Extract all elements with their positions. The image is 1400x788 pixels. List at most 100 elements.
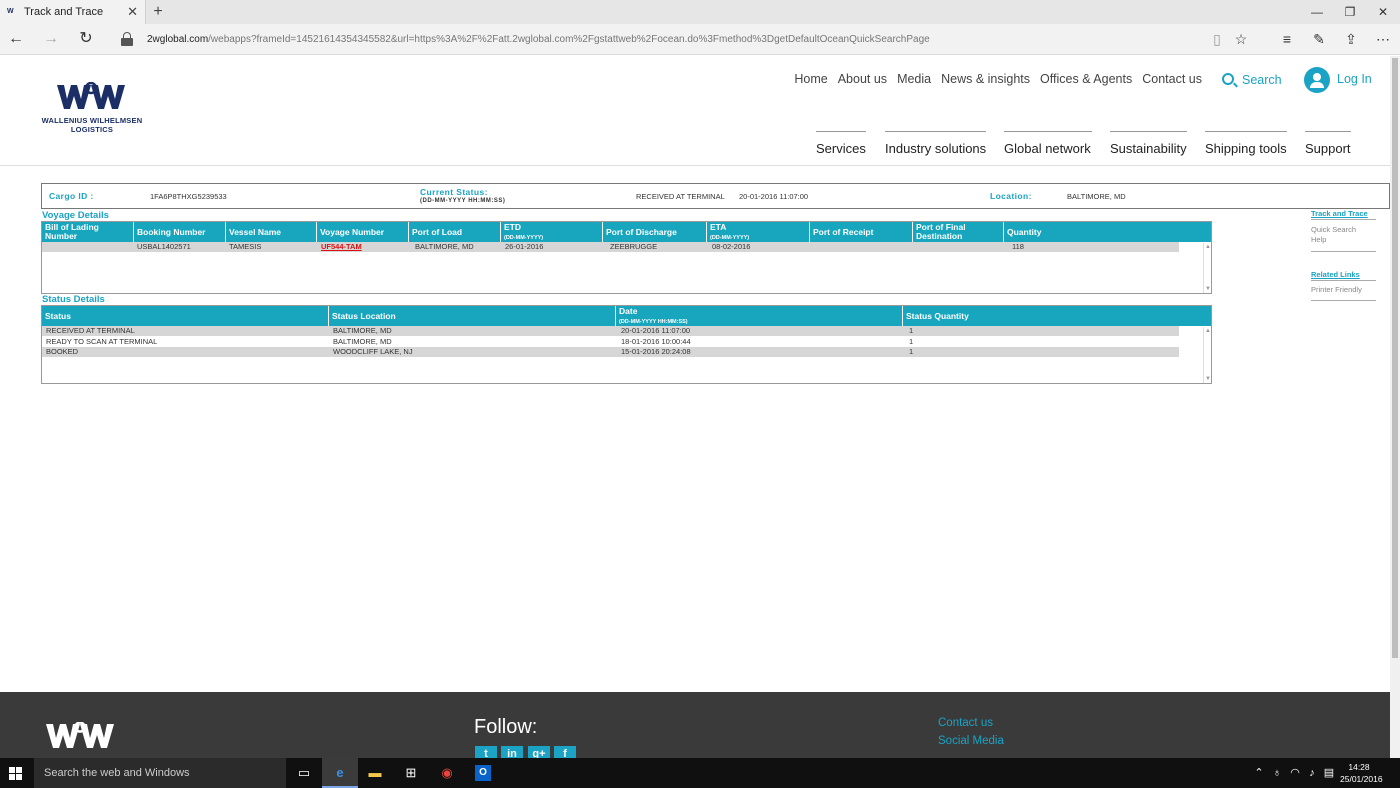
file-explorer-icon[interactable]: ▬ [357,758,393,788]
new-tab-button[interactable]: + [149,0,167,24]
wifi-icon[interactable]: ◠ [1288,758,1302,788]
nav-offices-agents[interactable]: Offices & Agents [1040,72,1132,88]
outlook-icon[interactable]: O [465,758,501,788]
related-links: Related Links Printer Friendly [1311,270,1376,301]
edge-browser-icon[interactable]: e [322,758,358,788]
nav-media[interactable]: Media [897,72,931,88]
side-divider [1311,219,1376,220]
nav-industry-solutions[interactable]: Industry solutions [885,131,986,156]
login-label: Log In [1337,72,1372,86]
ww-favicon-icon: W [7,8,14,15]
current-status-label: Current Status: [420,187,488,197]
task-view-icon[interactable]: ▭ [286,758,322,788]
volume-icon[interactable]: ♪ [1305,758,1319,788]
user-icon [1304,67,1330,93]
col-etd: ETD (DD-MM-YYYY) [501,222,603,242]
hub-icon[interactable]: ≡ [1277,29,1297,49]
scrollbar-thumb[interactable] [1392,58,1398,658]
store-icon[interactable]: ⊞ [393,758,429,788]
web-note-icon[interactable]: ✎ [1309,29,1329,49]
cell-status-location: BALTIMORE, MD [333,326,392,335]
status-table: Status Status Location Date (DD-MM-YYYY H… [41,305,1212,384]
status-row: READY TO SCAN AT TERMINAL BALTIMORE, MD … [42,337,1179,347]
action-center-icon[interactable]: ▤ [1322,758,1336,788]
nav-sustainability[interactable]: Sustainability [1110,131,1187,156]
windows-start-icon[interactable] [9,767,23,780]
favorite-star-icon[interactable]: ☆ [1231,29,1251,49]
col-status-quantity: Status Quantity [906,311,969,321]
back-icon[interactable]: ← [5,28,27,50]
refresh-icon[interactable]: ↻ [75,28,97,50]
ww-footer-logo-icon[interactable] [46,721,116,755]
screen: { "browser": { "tab_title": "Track and T… [0,0,1400,788]
close-tab-icon[interactable]: ✕ [127,0,138,24]
cell-date: 18-01-2016 10:00:44 [621,337,691,346]
voyage-details-title: Voyage Details [42,210,109,221]
track-trace-links: Track and Trace Quick Search Help [1311,209,1376,252]
scroll-down-icon[interactable]: ▼ [1205,376,1211,382]
footer-contact-us-link[interactable]: Contact us [938,717,993,729]
restore-icon[interactable]: ❐ [1333,0,1367,24]
reading-view-icon[interactable]: ▯ [1207,29,1227,49]
cell-port-of-load: BALTIMORE, MD [415,242,474,251]
printer-friendly-link[interactable]: Printer Friendly [1311,285,1376,294]
location-value: BALTIMORE, MD [1067,192,1126,201]
search-icon [1222,73,1234,85]
tab-track-and-trace[interactable]: W Track and Trace ✕ [0,0,146,24]
help-link[interactable]: Help [1311,235,1376,244]
nav-global-network[interactable]: Global network [1004,131,1092,156]
close-window-icon[interactable]: ✕ [1366,0,1400,24]
voyage-number-link[interactable]: UF544-TAM [321,242,362,251]
cell-status-quantity: 1 [909,337,914,346]
share-icon[interactable]: ⇪ [1341,29,1361,49]
nav-contact-us[interactable]: Contact us [1142,72,1202,88]
ww-logo-icon [57,82,125,109]
cell-vessel-name: TAMESIS [229,242,262,251]
cell-quantity: 118 [1012,242,1024,251]
voyage-table-header: Bill of Lading Number Booking Number Vess… [42,222,1211,242]
ww-logo[interactable]: WALLENIUS WILHELMSEN LOGISTICS [33,82,153,136]
cell-port-of-receipt [812,242,815,252]
footer-social-media-link[interactable]: Social Media [938,735,1004,747]
header-divider [0,165,1390,166]
track-and-trace-heading[interactable]: Track and Trace [1311,209,1376,218]
nav-support[interactable]: Support [1305,131,1351,156]
search-button[interactable]: Search [1222,72,1282,87]
forward-icon[interactable]: → [40,28,62,50]
scroll-down-icon[interactable]: ▼ [1205,286,1211,292]
cargo-id-value: 1FA6P8THXG5239533 [150,192,227,201]
search-label: Search [1242,73,1282,87]
col-port-of-load: Port of Load [409,222,501,242]
windows-taskbar: Search the web and Windows ▭ e ▬ ⊞ ◉ O ⌃… [0,758,1400,788]
show-hidden-icons-icon[interactable]: ⌃ [1252,758,1266,788]
cell-etd: 26-01-2016 [505,242,544,251]
taskbar-search-box[interactable]: Search the web and Windows [34,758,286,788]
nav-shipping-tools[interactable]: Shipping tools [1205,131,1287,156]
network-shield-icon[interactable]: ♁ [1270,758,1284,788]
cell-status-location: BALTIMORE, MD [333,337,392,346]
nav-services[interactable]: Services [816,131,866,156]
more-icon[interactable]: ⋯ [1373,29,1393,49]
system-clock[interactable]: 14:28 25/01/2016 [1340,761,1383,785]
cell-voyage-number: UF544-TAM [318,242,362,252]
url-field[interactable]: 2wglobal.com/webapps?frameId=14521614354… [147,24,930,55]
related-links-heading[interactable]: Related Links [1311,270,1376,279]
minimize-icon[interactable]: — [1300,0,1334,24]
chrome-icon[interactable]: ◉ [429,758,465,788]
nav-about-us[interactable]: About us [838,72,887,88]
cell-date: 15-01-2016 20:24:08 [621,347,691,356]
scroll-up-icon[interactable]: ▲ [1205,328,1211,334]
col-booking-number: Booking Number [134,222,226,242]
nav-home[interactable]: Home [794,72,827,88]
scroll-up-icon[interactable]: ▲ [1205,244,1211,250]
cell-status-quantity: 1 [909,326,914,335]
cell-status-location: WOODCLIFF LAKE, NJ [333,347,413,356]
voyage-table-scrollbar[interactable]: ▲ ▼ [1203,243,1211,293]
status-table-header: Status Status Location Date (DD-MM-YYYY H… [42,306,1211,326]
quick-search-link[interactable]: Quick Search [1311,225,1376,234]
cell-port-of-discharge: ZEEBRUGGE [610,242,658,251]
nav-news-insights[interactable]: News & insights [941,72,1030,88]
status-table-scrollbar[interactable]: ▲ ▼ [1203,327,1211,383]
url-domain: 2wglobal.com [147,34,209,45]
page-scrollbar[interactable] [1390,56,1400,758]
